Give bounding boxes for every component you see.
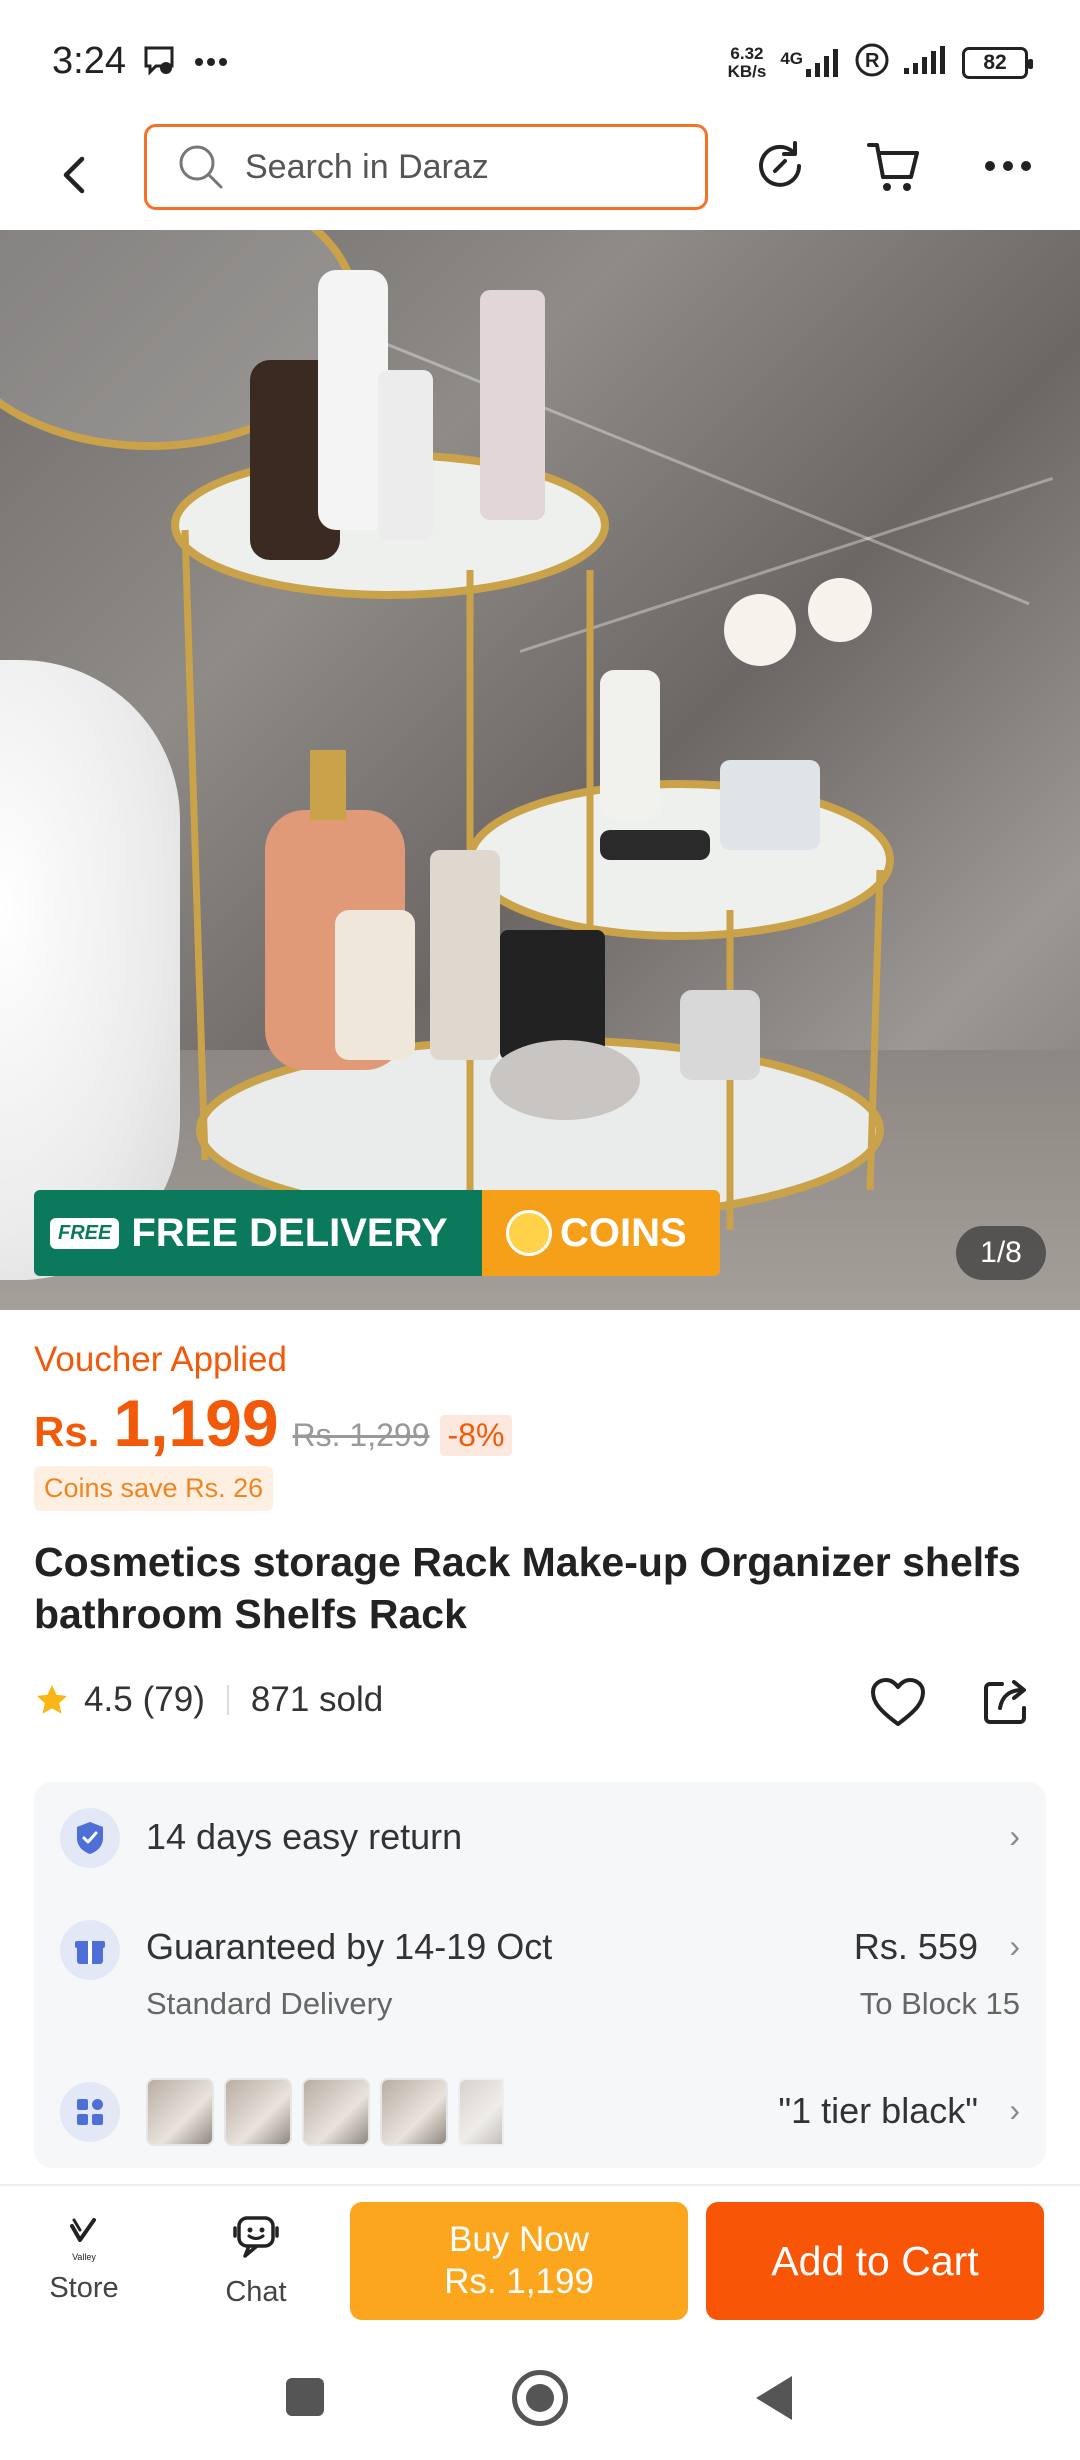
status-notification-icons: [142, 44, 228, 81]
price-row: Rs. 1,199 Rs. 1,299 -8%: [34, 1385, 513, 1461]
star-icon: [37, 1685, 67, 1714]
more-options-button[interactable]: [976, 134, 1040, 198]
share-icon: [984, 1680, 1026, 1724]
selected-variant: "1 tier black": [778, 2090, 978, 2131]
cart-icon: [867, 143, 919, 191]
buy-now-label: Buy Now: [448, 2220, 590, 2259]
rating-value: 4.5: [84, 1680, 133, 1719]
recent-apps-button[interactable]: [286, 2378, 324, 2416]
image-counter: 1/8: [956, 1226, 1046, 1280]
search-placeholder: Search in Daraz: [245, 147, 489, 186]
add-to-cart-button[interactable]: Add to Cart: [706, 2202, 1044, 2320]
coins-label: COINS: [560, 1210, 687, 1255]
discount-badge: -8%: [439, 1415, 513, 1456]
original-price: Rs. 1,299: [292, 1417, 430, 1453]
share-button[interactable]: [974, 1670, 1038, 1734]
free-delivery-label: FREE DELIVERY: [131, 1210, 448, 1255]
messenger-icon: [142, 44, 176, 81]
sold-count: 871 sold: [250, 1680, 384, 1719]
gift-box-icon: [60, 1920, 120, 1980]
chevron-right-icon: ›: [1009, 1928, 1020, 1964]
current-price: 1,199: [113, 1386, 279, 1460]
chevron-right-icon: ›: [1009, 1818, 1020, 1854]
variant-row[interactable]: "1 tier black" ›: [34, 2056, 1046, 2168]
search-input[interactable]: Search in Daraz: [144, 124, 708, 210]
variant-thumbnail[interactable]: [224, 2078, 292, 2146]
chat-label: Chat: [225, 2276, 287, 2308]
store-logo-text: Valley: [72, 2252, 96, 2262]
home-button[interactable]: [512, 2370, 568, 2426]
price-currency: Rs.: [34, 1408, 100, 1455]
store-button[interactable]: Valley Store: [24, 2214, 144, 2305]
product-photo-rack: [171, 270, 894, 1230]
system-back-button[interactable]: [756, 2376, 792, 2420]
delivery-fee: Rs. 559: [853, 1926, 978, 1967]
network-speed: 6.32 KB/s: [727, 43, 767, 81]
buy-now-price: Rs. 1,199: [444, 2262, 594, 2301]
back-button[interactable]: [52, 148, 96, 202]
top-navigation: Search in Daraz: [0, 120, 1080, 230]
delivery-row[interactable]: Guaranteed by 14-19 Oct Standard Deliver…: [34, 1894, 1046, 2024]
grid-options-icon: [60, 2082, 120, 2142]
voucher-applied-label: Voucher Applied: [34, 1340, 287, 1379]
variant-thumbnail[interactable]: [380, 2078, 448, 2146]
review-count: (79): [142, 1680, 205, 1719]
shield-check-icon: [60, 1808, 120, 1868]
wishlist-button[interactable]: [866, 1670, 930, 1734]
divider: [226, 1685, 229, 1715]
promo-badges: FREE FREE DELIVERY COINS: [34, 1190, 720, 1276]
returns-label: 14 days easy return: [146, 1816, 463, 1857]
bottom-action-bar: Valley Store Chat Buy Now Rs. 1,199 Add …: [0, 2184, 1080, 2334]
back-arrow-icon: [63, 156, 85, 194]
variant-thumbnail[interactable]: [302, 2078, 370, 2146]
more-options-icon: [985, 161, 1031, 171]
chat-icon: [233, 2216, 279, 2258]
add-to-cart-label: Add to Cart: [771, 2237, 979, 2284]
product-image-gallery[interactable]: FREE FREE DELIVERY COINS 1/8: [0, 230, 1080, 1310]
status-system-icons: 6.32 KB/s 4G R 82: [727, 42, 1033, 83]
status-time: 3:24: [52, 40, 126, 82]
signal-4g-icon: 4G: [780, 48, 840, 77]
delivery-truck-icon: FREE: [50, 1217, 120, 1249]
delivery-location: To Block 15: [859, 1986, 1020, 2021]
variant-thumbnail[interactable]: [146, 2078, 214, 2146]
free-delivery-badge: FREE FREE DELIVERY: [34, 1190, 482, 1276]
status-bar: 3:24 6.32 KB/s 4G R 82: [0, 0, 1080, 120]
chevron-right-icon: ›: [1009, 2092, 1020, 2128]
coins-save-tag: Coins save Rs. 26: [34, 1466, 274, 1511]
buy-now-button[interactable]: Buy Now Rs. 1,199: [350, 2202, 688, 2320]
delivery-type: Standard Delivery: [146, 1986, 393, 2021]
signal-icon: [904, 46, 948, 79]
chat-button[interactable]: Chat: [196, 2214, 316, 2309]
store-label: Store: [49, 2272, 119, 2304]
coins-badge: COINS: [482, 1190, 720, 1276]
variant-thumbnail[interactable]: [458, 2078, 504, 2146]
returns-row[interactable]: 14 days easy return ›: [34, 1782, 1046, 1890]
cart-button[interactable]: [862, 134, 926, 198]
service-info-card: 14 days easy return › Guaranteed by 14-1…: [34, 1782, 1046, 2168]
battery-icon: 82: [962, 46, 1033, 79]
rating-row[interactable]: 4.5 (79) 871 sold: [34, 1672, 383, 1728]
refresh-button[interactable]: [748, 134, 812, 198]
coin-icon: [506, 1210, 552, 1256]
system-navigation-bar: [0, 2334, 1080, 2460]
refresh-icon: [759, 141, 801, 187]
roaming-icon: R: [854, 42, 890, 83]
product-title: Cosmetics storage Rack Make-up Organizer…: [34, 1539, 1021, 1637]
delivery-guarantee: Guaranteed by 14-19 Oct: [146, 1926, 553, 1967]
search-icon: [179, 145, 223, 189]
more-notifications-icon: [194, 54, 228, 72]
heart-icon: [871, 1678, 925, 1726]
svg-text:R: R: [865, 50, 880, 72]
